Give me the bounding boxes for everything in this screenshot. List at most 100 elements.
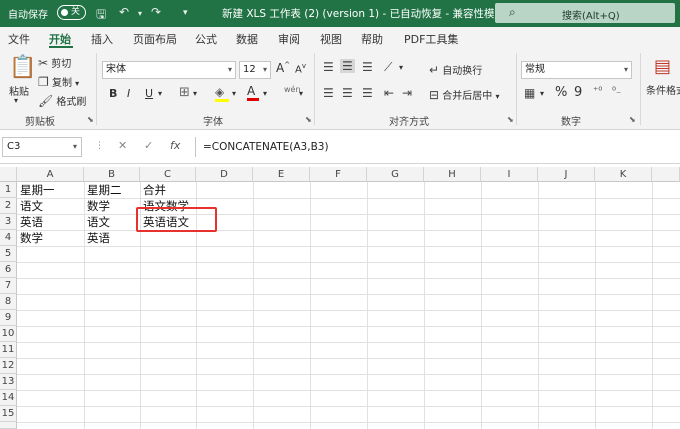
row-header-9[interactable]: 9 — [0, 310, 17, 326]
tab-page-layout[interactable]: 页面布局 — [133, 31, 177, 47]
column-header-f[interactable]: F — [310, 167, 367, 182]
cell-b2[interactable]: 数学 — [85, 198, 110, 214]
align-bottom-icon[interactable]: ☰ — [362, 60, 373, 74]
row-header-7[interactable]: 7 — [0, 278, 17, 294]
column-header-e[interactable]: E — [253, 167, 310, 182]
underline-dropdown-icon[interactable]: ▾ — [158, 89, 162, 98]
column-header-h[interactable]: H — [424, 167, 481, 182]
column-header-j[interactable]: J — [538, 167, 595, 182]
increase-decimal-icon[interactable]: ⁺⁰ — [593, 86, 602, 97]
align-center-icon[interactable]: ☰ — [342, 86, 353, 100]
name-box[interactable]: C3 ▾ — [2, 137, 82, 157]
fill-dropdown-icon[interactable]: ▾ — [232, 89, 236, 98]
font-size-select[interactable]: 12 ▾ — [239, 61, 271, 79]
cell-b4[interactable]: 英语 — [85, 230, 110, 246]
align-left-icon[interactable]: ☰ — [323, 86, 334, 100]
merge-center-button[interactable]: ⊟ 合并后居中 ▾ — [429, 87, 499, 102]
column-header-c[interactable]: C — [140, 167, 196, 182]
align-middle-icon[interactable]: ☰ — [340, 59, 355, 73]
align-right-icon[interactable]: ☰ — [362, 86, 373, 100]
font-launcher-icon[interactable]: ⬊ — [305, 115, 312, 124]
copy-button[interactable]: ❐ 复制 ▾ — [38, 74, 79, 89]
conditional-formatting-button[interactable]: 条件格式 — [646, 82, 680, 97]
alignment-launcher-icon[interactable]: ⬊ — [507, 115, 514, 124]
insert-function-icon[interactable]: fx — [170, 139, 180, 152]
cell-b3[interactable]: 语文 — [85, 214, 110, 230]
tab-home[interactable]: 开始 — [49, 31, 71, 47]
undo-icon[interactable]: ↶ — [119, 5, 129, 19]
number-launcher-icon[interactable]: ⬊ — [629, 115, 636, 124]
autosave-toggle[interactable]: 关 — [57, 5, 86, 20]
search-box[interactable]: ⌕ 搜索(Alt+Q) — [495, 3, 675, 23]
tab-review[interactable]: 审阅 — [278, 31, 300, 47]
borders-dropdown-icon[interactable]: ▾ — [193, 89, 197, 98]
bold-button[interactable]: B — [109, 87, 117, 100]
formula-input[interactable]: =CONCATENATE(A3,B3) — [195, 137, 680, 157]
column-header-i[interactable]: I — [481, 167, 538, 182]
paste-button[interactable]: 粘贴 — [9, 83, 29, 98]
cell-a4[interactable]: 数学 — [18, 230, 43, 246]
decrease-font-button[interactable]: Av — [295, 62, 306, 75]
enter-icon[interactable]: ✓ — [144, 139, 153, 152]
column-header-a[interactable]: A — [17, 167, 84, 182]
wrap-text-button[interactable]: ↵ 自动换行 — [429, 62, 482, 77]
cell-a1[interactable]: 星期一 — [18, 182, 55, 198]
cell-b1[interactable]: 星期二 — [85, 182, 122, 198]
cell-a2[interactable]: 语文 — [18, 198, 43, 214]
align-top-icon[interactable]: ☰ — [323, 60, 334, 74]
tab-pdf-tools[interactable]: PDF工具集 — [404, 31, 458, 47]
decrease-indent-icon[interactable]: ⇤ — [384, 86, 394, 100]
font-name-select[interactable]: 宋体 ▾ — [102, 61, 236, 79]
tab-view[interactable]: 视图 — [320, 31, 342, 47]
row-header-4[interactable]: 4 — [0, 230, 17, 246]
customize-qat-icon[interactable]: ▾ — [183, 8, 188, 18]
comma-style-button[interactable]: 9 — [574, 85, 582, 100]
row-header-15[interactable]: 15 — [0, 406, 17, 422]
number-format-select[interactable]: 常规 ▾ — [521, 61, 632, 79]
redo-icon[interactable]: ↷ — [151, 5, 161, 19]
row-header-1[interactable]: 1 — [0, 182, 17, 198]
undo-dropdown-icon[interactable]: ▾ — [138, 9, 142, 18]
borders-icon[interactable]: ⊞ — [179, 85, 190, 100]
tab-formulas[interactable]: 公式 — [195, 31, 217, 47]
select-all-corner[interactable] — [0, 167, 17, 182]
increase-indent-icon[interactable]: ⇥ — [402, 86, 412, 100]
fill-color-button[interactable]: ◈ — [215, 85, 229, 102]
cancel-icon[interactable]: ✕ — [118, 139, 127, 152]
underline-button[interactable]: U — [145, 87, 153, 100]
tab-file[interactable]: 文件 — [8, 31, 30, 47]
row-header-8[interactable]: 8 — [0, 294, 17, 310]
column-header-l[interactable] — [652, 167, 680, 182]
tab-data[interactable]: 数据 — [236, 31, 258, 47]
column-header-k[interactable]: K — [595, 167, 652, 182]
percent-button[interactable]: % — [555, 85, 567, 100]
row-header-3[interactable]: 3 — [0, 214, 17, 230]
clipboard-launcher-icon[interactable]: ⬊ — [87, 115, 94, 124]
row-header-6[interactable]: 6 — [0, 262, 17, 278]
accounting-dropdown-icon[interactable]: ▾ — [540, 89, 544, 98]
column-header-g[interactable]: G — [367, 167, 424, 182]
format-painter-button[interactable]: 🖌 格式刷 — [38, 93, 86, 108]
paste-dropdown-icon[interactable]: ▾ — [14, 96, 18, 105]
row-header-12[interactable]: 12 — [0, 358, 17, 374]
conditional-formatting-icon[interactable]: ▤ — [654, 56, 671, 77]
save-icon[interactable]: 🖫 — [96, 5, 106, 26]
row-header-5[interactable]: 5 — [0, 246, 17, 262]
row-header-2[interactable]: 2 — [0, 198, 17, 214]
cell-a3[interactable]: 英语 — [18, 214, 43, 230]
font-color-button[interactable]: A — [247, 84, 259, 101]
row-header-16[interactable] — [0, 422, 17, 429]
worksheet-grid[interactable]: A B C D E F G H I J K 1 2 3 4 5 6 7 8 9 … — [0, 167, 680, 429]
row-header-11[interactable]: 11 — [0, 342, 17, 358]
decrease-decimal-icon[interactable]: ⁰₋ — [612, 86, 621, 97]
column-header-d[interactable]: D — [196, 167, 253, 182]
paste-icon[interactable]: 📋 — [9, 55, 36, 80]
orientation-dropdown-icon[interactable]: ▾ — [399, 63, 403, 72]
increase-font-button[interactable]: A^ — [276, 61, 290, 75]
column-header-b[interactable]: B — [84, 167, 140, 182]
row-header-10[interactable]: 10 — [0, 326, 17, 342]
tab-insert[interactable]: 插入 — [91, 31, 113, 47]
row-header-14[interactable]: 14 — [0, 390, 17, 406]
cut-button[interactable]: ✂ 剪切 — [38, 55, 71, 70]
phonetic-dropdown-icon[interactable]: ▾ — [299, 89, 303, 98]
